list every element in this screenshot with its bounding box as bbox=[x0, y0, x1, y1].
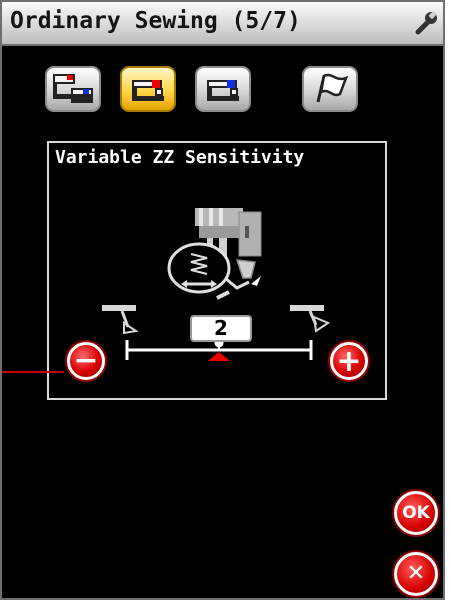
machine-blue-indicator-icon bbox=[207, 80, 239, 101]
page-title: Ordinary Sewing (5/7) bbox=[10, 8, 301, 34]
tab-machine-red[interactable] bbox=[120, 66, 176, 112]
wrench-icon[interactable] bbox=[412, 10, 440, 38]
tab-dual-feed[interactable] bbox=[45, 66, 101, 112]
flag-icon bbox=[316, 73, 349, 103]
screen: Ordinary Sewing (5/7) Variable ZZ Sensit… bbox=[0, 0, 445, 600]
close-icon: ✕ bbox=[406, 561, 426, 586]
title-bar: Ordinary Sewing (5/7) bbox=[2, 2, 443, 46]
decrease-button[interactable]: − bbox=[67, 342, 105, 380]
machine-red-indicator-icon bbox=[132, 80, 164, 101]
dual-feed-machine-icon bbox=[53, 74, 93, 103]
knee-lifter-zigzag-icon bbox=[159, 204, 279, 308]
cancel-button[interactable]: ✕ bbox=[394, 552, 438, 596]
setting-title: Variable ZZ Sensitivity bbox=[55, 147, 305, 168]
lever-low-icon bbox=[102, 305, 139, 335]
ok-label: OK bbox=[402, 503, 430, 523]
setting-panel: Variable ZZ Sensitivity 2 − + bbox=[47, 141, 387, 400]
slider-pointer bbox=[208, 352, 230, 361]
plus-icon: + bbox=[336, 344, 362, 379]
tab-machine-blue[interactable] bbox=[195, 66, 251, 112]
lever-high-icon bbox=[290, 305, 331, 333]
ok-button[interactable]: OK bbox=[394, 491, 438, 535]
tab-flag[interactable] bbox=[302, 66, 358, 112]
callout-line bbox=[2, 371, 64, 373]
sensitivity-value: 2 bbox=[190, 315, 252, 342]
increase-button[interactable]: + bbox=[330, 342, 368, 380]
minus-icon: − bbox=[73, 343, 99, 378]
